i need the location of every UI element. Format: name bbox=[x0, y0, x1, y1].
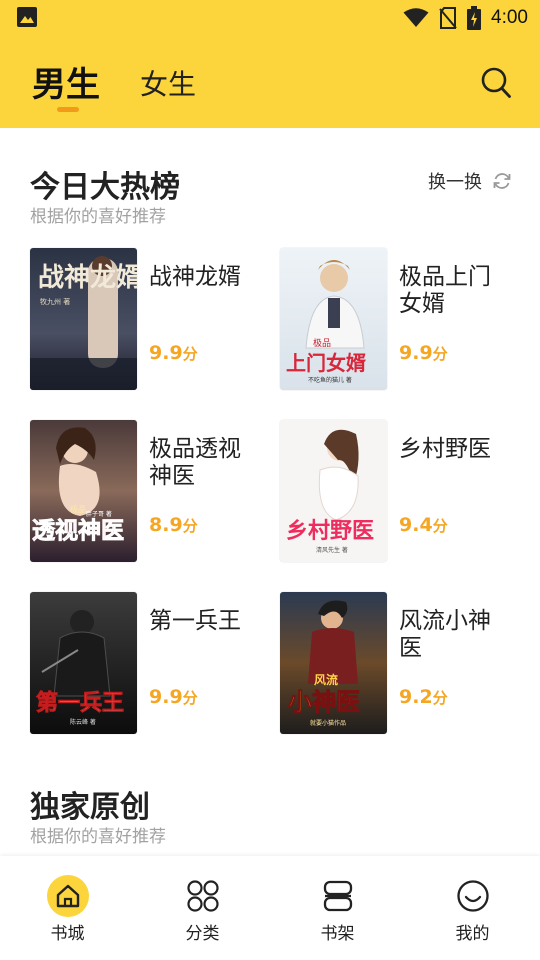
nav-label: 书城 bbox=[50, 924, 85, 944]
cover-title-6: 小神医 bbox=[288, 688, 360, 716]
book-cover: 乡村野医 清风先生 著 bbox=[280, 420, 387, 562]
score-unit: 分 bbox=[182, 345, 198, 363]
score-unit: 分 bbox=[432, 689, 448, 707]
book-card-diyibingwang[interactable]: 第一兵王 陈云峰 著 第一兵王 9.9分 bbox=[30, 592, 270, 736]
cover-title-3: 透视神医 bbox=[32, 517, 124, 544]
gender-tabs: 男生 女生 bbox=[0, 60, 540, 116]
book-title: 极品透视神医 bbox=[149, 436, 241, 489]
book-card-jipinshangmennvxu[interactable]: 极品 上门女婿 不吃鱼的猫儿 著 极品上门女婿 9.9分 bbox=[280, 248, 520, 392]
book-score: 9.2分 bbox=[399, 686, 448, 708]
section-subtitle: 根据你的喜好推荐 bbox=[30, 827, 166, 847]
book-card-jipintoushishenyi[interactable]: 极品 透视神医 胖子哥 著 极品透视神医 8.9分 bbox=[30, 420, 270, 564]
tab-male[interactable]: 男生 bbox=[32, 60, 100, 110]
cover-author-1: 牧九州 著 bbox=[40, 297, 70, 306]
refresh-label: 换一换 bbox=[428, 172, 482, 193]
book-title: 乡村野医 bbox=[399, 436, 491, 462]
nav-item-profile[interactable]: 我的 bbox=[405, 856, 540, 960]
nav-label: 我的 bbox=[455, 924, 490, 944]
no-sim-icon bbox=[439, 7, 457, 29]
wifi-icon bbox=[403, 8, 429, 27]
book-card-fengliuxiaoshenyi[interactable]: 风流 小神医 就要小猫作品 风流小神医 9.2分 bbox=[280, 592, 520, 736]
cover-author-5: 陈云峰 著 bbox=[70, 718, 96, 726]
active-tab-indicator bbox=[57, 107, 79, 112]
profile-icon bbox=[452, 875, 494, 917]
search-icon[interactable] bbox=[480, 66, 512, 100]
hot-ranking-section: 今日大热榜 根据你的喜好推荐 换一换 战神龙婿 牧九州 著 战神龙婿 9.9分 … bbox=[0, 128, 540, 748]
nav-item-bookshelf[interactable]: 书架 bbox=[270, 856, 405, 960]
original-section: 独家原创 根据你的喜好推荐 bbox=[0, 748, 540, 856]
score-unit: 分 bbox=[432, 517, 448, 535]
score-unit: 分 bbox=[182, 517, 198, 535]
score-value: 9.9 bbox=[149, 342, 183, 364]
app-header: 4:00 男生 女生 bbox=[0, 0, 540, 128]
book-score: 9.9分 bbox=[149, 686, 198, 708]
nav-label: 分类 bbox=[185, 924, 220, 944]
bottom-nav: 书城 分类 书架 我的 bbox=[0, 856, 540, 960]
cover-title-5: 第一兵王 bbox=[36, 690, 124, 716]
book-title: 极品上门女婿 bbox=[399, 264, 491, 317]
cover-badge-3: 极品 bbox=[70, 504, 86, 514]
book-score: 9.4分 bbox=[399, 514, 448, 536]
status-bar: 4:00 bbox=[0, 0, 540, 36]
book-score: 9.9分 bbox=[399, 342, 448, 364]
book-cover: 战神龙婿 牧九州 著 bbox=[30, 248, 137, 390]
book-cover: 极品 上门女婿 不吃鱼的猫儿 著 bbox=[280, 248, 387, 390]
nav-item-bookstore[interactable]: 书城 bbox=[0, 856, 135, 960]
book-cover: 风流 小神医 就要小猫作品 bbox=[280, 592, 387, 734]
book-title: 战神龙婿 bbox=[149, 264, 241, 290]
score-unit: 分 bbox=[182, 689, 198, 707]
book-card-zhanshenlongxu[interactable]: 战神龙婿 牧九州 著 战神龙婿 9.9分 bbox=[30, 248, 270, 392]
status-time: 4:00 bbox=[491, 7, 528, 28]
category-icon bbox=[182, 875, 224, 917]
score-value: 9.2 bbox=[399, 686, 433, 708]
image-icon bbox=[17, 7, 37, 27]
cover-badge-2: 极品 bbox=[313, 337, 331, 349]
home-icon bbox=[47, 875, 89, 917]
cover-author-3: 胖子哥 著 bbox=[86, 510, 112, 518]
cover-title-1: 战神龙婿 bbox=[38, 263, 137, 293]
refresh-button[interactable]: 换一换 bbox=[428, 168, 512, 194]
tab-female[interactable]: 女生 bbox=[140, 60, 196, 110]
book-title: 第一兵王 bbox=[149, 608, 241, 634]
book-card-xiangcunyeyi[interactable]: 乡村野医 清风先生 著 乡村野医 9.4分 bbox=[280, 420, 520, 564]
nav-item-category[interactable]: 分类 bbox=[135, 856, 270, 960]
book-cover: 极品 透视神医 胖子哥 著 bbox=[30, 420, 137, 562]
section-title: 今日大热榜 bbox=[30, 170, 180, 205]
section-subtitle: 根据你的喜好推荐 bbox=[30, 207, 166, 227]
score-value: 9.9 bbox=[149, 686, 183, 708]
book-cover: 第一兵王 陈云峰 著 bbox=[30, 592, 137, 734]
nav-label: 书架 bbox=[320, 924, 355, 944]
book-title: 风流小神医 bbox=[399, 608, 491, 661]
book-score: 8.9分 bbox=[149, 514, 198, 536]
cover-title-4: 乡村野医 bbox=[286, 519, 374, 544]
score-unit: 分 bbox=[432, 345, 448, 363]
bookshelf-icon bbox=[317, 875, 359, 917]
cover-author-4: 清风先生 著 bbox=[316, 546, 348, 554]
score-value: 9.4 bbox=[399, 514, 433, 536]
book-score: 9.9分 bbox=[149, 342, 198, 364]
score-value: 9.9 bbox=[399, 342, 433, 364]
battery-charging-icon bbox=[467, 6, 482, 30]
section-title: 独家原创 bbox=[30, 790, 150, 825]
cover-author-6: 就要小猫作品 bbox=[310, 719, 346, 727]
refresh-icon bbox=[493, 173, 511, 189]
score-value: 8.9 bbox=[149, 514, 183, 536]
cover-badge-6: 风流 bbox=[314, 672, 338, 687]
cover-author-2: 不吃鱼的猫儿 著 bbox=[308, 376, 352, 384]
cover-title-2: 上门女婿 bbox=[286, 351, 366, 375]
